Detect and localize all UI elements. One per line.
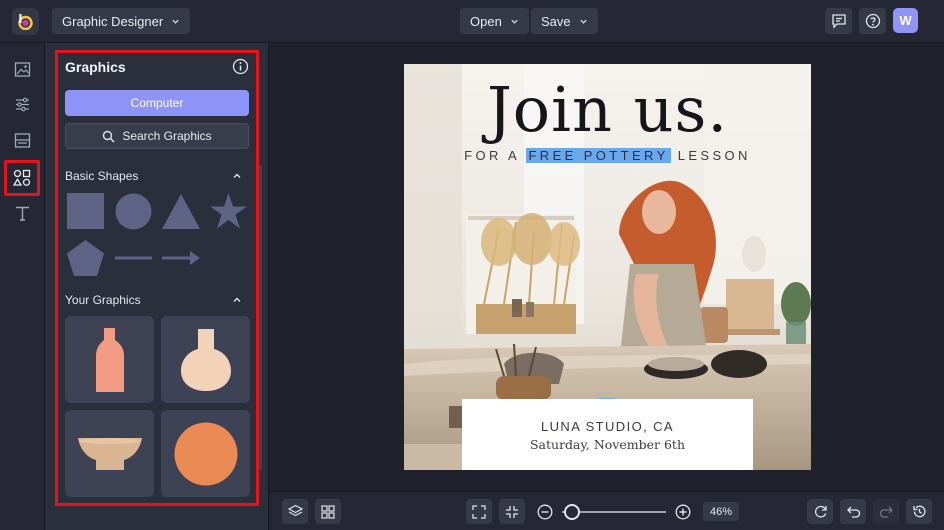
chevron-up-icon[interactable] [232, 171, 242, 181]
panel-title: Graphics [65, 59, 126, 75]
chat-icon [831, 14, 846, 29]
befunky-logo-icon [18, 14, 33, 30]
chevron-up-icon[interactable] [232, 295, 242, 305]
shape-pentagon[interactable] [67, 240, 104, 276]
tool-rail [0, 43, 45, 530]
shapes-icon [13, 169, 31, 186]
image-icon [14, 62, 31, 77]
layers-button[interactable] [282, 499, 308, 524]
history-button[interactable] [906, 499, 932, 524]
rail-item-layout[interactable] [9, 127, 36, 154]
zoom-slider-thumb[interactable] [564, 504, 580, 520]
panel-scrollbar[interactable] [258, 165, 262, 470]
search-graphics-button[interactable]: Search Graphics [65, 123, 249, 149]
open-label: Open [470, 13, 502, 29]
shape-circle[interactable] [115, 193, 152, 230]
expand-icon [472, 504, 486, 519]
design-subheadline[interactable]: FOR A FREE POTTERY LESSON [404, 148, 811, 163]
chevron-down-icon [172, 19, 179, 24]
rail-item-graphics[interactable] [4, 160, 40, 196]
subline-suffix: LESSON [677, 148, 751, 163]
rail-item-edit[interactable] [9, 56, 36, 83]
reset-button[interactable] [807, 499, 833, 524]
redo-button[interactable] [873, 499, 899, 524]
zoom-out-icon[interactable] [536, 503, 554, 521]
event-info-card[interactable]: LUNA STUDIO, CA Saturday, November 6th [462, 399, 753, 470]
layers-icon [287, 504, 303, 517]
shape-star[interactable] [210, 193, 247, 229]
feedback-button[interactable] [825, 8, 852, 34]
grid-view-button[interactable] [315, 499, 341, 524]
user-avatar[interactable]: W [893, 8, 918, 33]
zoom-level[interactable]: 46% [703, 502, 739, 521]
layout-icon [14, 133, 31, 148]
collapse-icon [506, 505, 518, 518]
text-icon [16, 206, 29, 221]
sliders-icon [16, 97, 29, 112]
app-window: Graphic Designer Open Save W Graphics Co… [0, 0, 944, 530]
redo-icon [879, 506, 893, 518]
design-headline[interactable]: Join us. [404, 73, 811, 146]
save-label: Save [541, 13, 571, 29]
help-icon [865, 13, 880, 29]
app-mode-dropdown[interactable]: Graphic Designer [52, 8, 191, 34]
event-date: Saturday, November 6th [529, 437, 686, 452]
chevron-down-icon [579, 19, 587, 24]
actual-size-button[interactable] [499, 499, 525, 524]
round-vase-graphic [180, 328, 231, 391]
grid-icon [321, 504, 335, 519]
app-mode-label: Graphic Designer [62, 13, 164, 29]
graphic-tile-circle[interactable] [161, 410, 250, 497]
graphic-tile-bottle[interactable] [65, 316, 154, 403]
app-logo[interactable] [12, 8, 39, 35]
subline-prefix: FOR A [464, 148, 520, 163]
save-button[interactable]: Save [531, 8, 598, 34]
search-icon [103, 130, 115, 143]
graphic-tile-bowl[interactable] [65, 410, 154, 497]
computer-upload-button[interactable]: Computer [65, 90, 249, 116]
bottle-vase-graphic [95, 327, 124, 392]
rail-item-text[interactable] [9, 200, 36, 227]
shape-line[interactable] [115, 254, 152, 262]
search-graphics-label: Search Graphics [122, 129, 212, 143]
orange-circle-graphic [174, 422, 237, 485]
your-graphics-header[interactable]: Your Graphics [65, 293, 141, 307]
top-bar: Graphic Designer Open Save W [0, 0, 944, 43]
undo-icon [846, 506, 860, 518]
shape-square[interactable] [67, 193, 104, 229]
graphic-tile-round-vase[interactable] [161, 316, 250, 403]
rail-item-adjust[interactable] [9, 91, 36, 118]
help-button[interactable] [859, 8, 886, 34]
history-icon [912, 505, 926, 518]
subline-highlight: FREE POTTERY [526, 148, 671, 163]
info-icon[interactable] [232, 58, 249, 75]
chevron-down-icon [511, 19, 518, 24]
shape-triangle[interactable] [162, 194, 200, 229]
zoom-in-icon[interactable] [674, 503, 692, 521]
basic-shapes-header[interactable]: Basic Shapes [65, 169, 138, 183]
bowl-graphic [77, 437, 142, 470]
shape-arrow[interactable] [162, 251, 200, 265]
undo-button[interactable] [840, 499, 866, 524]
open-button[interactable]: Open [460, 8, 529, 34]
fit-screen-button[interactable] [466, 499, 492, 524]
refresh-icon [814, 505, 827, 518]
studio-name: LUNA STUDIO, CA [541, 419, 674, 434]
